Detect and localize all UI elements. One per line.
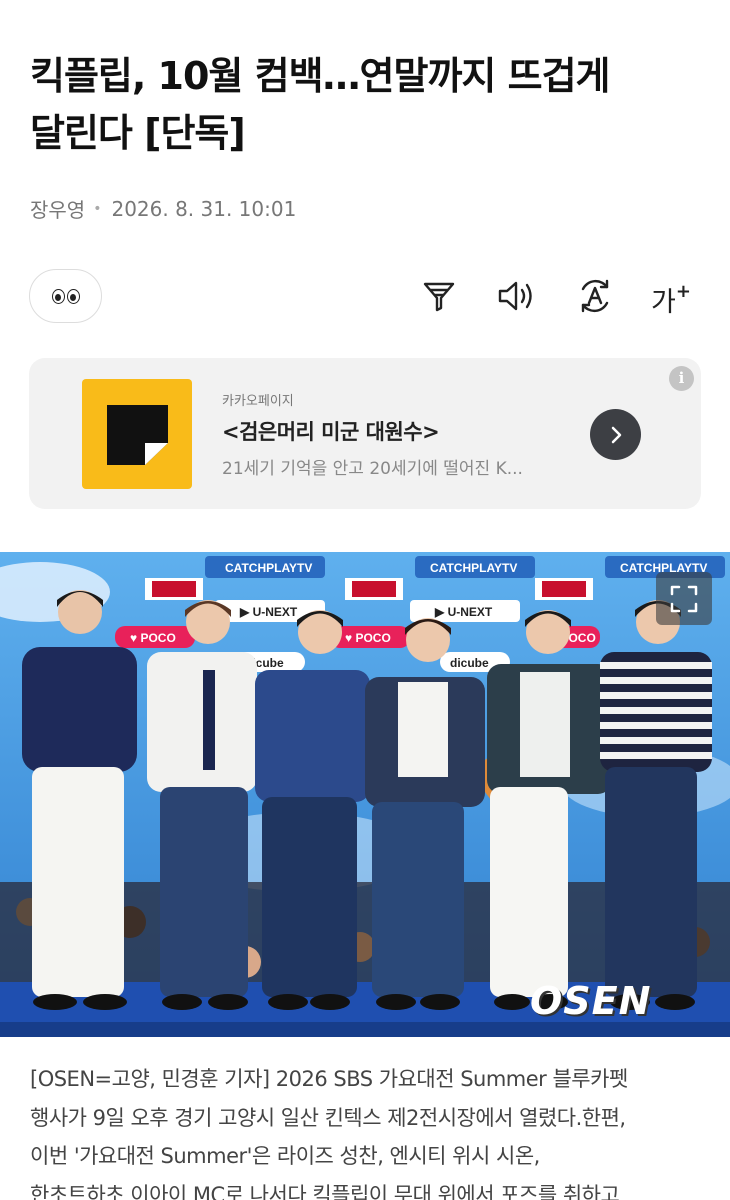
reaction-button[interactable] — [29, 269, 102, 323]
translate-button[interactable] — [575, 276, 615, 316]
body-line: 한초트하초 이아이 MC로 나서다 킥플립이 무대 위에서 포즈를 취하고 — [30, 1182, 620, 1200]
chevron-right-icon — [611, 426, 621, 443]
author-name[interactable]: 장우영 — [30, 194, 85, 223]
svg-text:♥ POCO: ♥ POCO — [345, 631, 391, 645]
font-size-label: 가 — [651, 287, 676, 318]
byline: 장우영 • 2026. 8. 31. 10:01 — [30, 194, 296, 223]
article-body: [OSEN=고양, 민경훈 기자] 2026 SBS 가요대전 Summer 블… — [30, 1060, 705, 1200]
headline-line-2: 달린다 [단독] — [30, 111, 246, 155]
kakaopage-logo-icon — [107, 405, 168, 465]
summary-icon — [423, 282, 455, 312]
speaker-icon — [498, 281, 532, 311]
svg-text:▶ U-NEXT: ▶ U-NEXT — [239, 605, 298, 619]
ad-description: 21세기 기억을 안고 20세기에 떨어진 K... — [222, 459, 523, 479]
ad-info-icon[interactable]: i — [669, 366, 694, 391]
ad-brand: 카카오페이지 — [222, 394, 294, 409]
translate-icon — [581, 279, 609, 313]
group-photo-image: CATCHPLAYTV CATCHPLAYTV CATCHPLAYTV ▶ U-… — [0, 552, 730, 1037]
ad-thumbnail — [82, 379, 192, 489]
svg-text:CATCHPLAYTV: CATCHPLAYTV — [430, 561, 517, 575]
backdrop-text: CATCHPLAYTV — [225, 561, 312, 575]
publish-date: 2026. 8. 31. 10:01 — [111, 196, 297, 221]
fullscreen-button[interactable] — [656, 572, 712, 625]
summary-button[interactable] — [419, 276, 459, 316]
ad-title[interactable]: <검은머리 미군 대원수> — [222, 416, 440, 446]
eyes-emoji-icon — [51, 288, 80, 304]
plus-icon: + — [675, 281, 691, 302]
separator-dot: • — [93, 200, 102, 217]
font-size-button[interactable]: 가+ — [651, 276, 691, 323]
listen-button[interactable] — [497, 276, 537, 316]
expand-icon — [670, 585, 698, 612]
svg-text:♥ POCO: ♥ POCO — [130, 631, 176, 645]
article-photo[interactable]: CATCHPLAYTV CATCHPLAYTV CATCHPLAYTV ▶ U-… — [0, 552, 730, 1037]
ad-arrow-button[interactable] — [590, 409, 641, 460]
svg-text:dicube: dicube — [450, 656, 489, 670]
ad-banner[interactable]: 카카오페이지 <검은머리 미군 대원수> 21세기 기억을 안고 20세기에 떨… — [29, 358, 701, 509]
article-headline: 킥플립, 10월 컴백…연말까지 뜨겁게 달린다 [단독] — [30, 48, 710, 162]
osen-watermark: OSEN — [530, 979, 652, 1023]
headline-line-1: 킥플립, 10월 컴백…연말까지 뜨겁게 — [30, 54, 610, 98]
body-line: [OSEN=고양, 민경훈 기자] 2026 SBS 가요대전 Summer 블… — [30, 1067, 628, 1091]
body-line: 행사가 9일 오후 경기 고양시 일산 킨텍스 제2전시장에서 열렸다.한편, — [30, 1105, 626, 1130]
svg-text:▶ U-NEXT: ▶ U-NEXT — [434, 605, 493, 619]
body-line: 이번 '가요대전 Summer'은 라이즈 성찬, 엔시티 위시 시온, — [30, 1144, 540, 1168]
